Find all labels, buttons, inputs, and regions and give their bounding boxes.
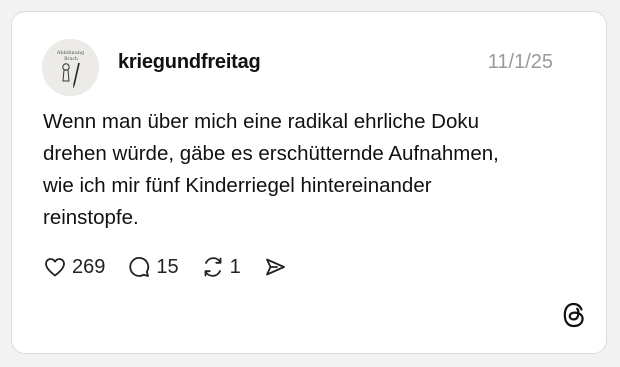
share-button[interactable] — [263, 255, 287, 279]
reply-button[interactable]: 15 — [127, 255, 179, 279]
repost-icon — [204, 257, 222, 277]
like-button[interactable]: 269 — [43, 255, 105, 279]
reply-count: 15 — [156, 255, 179, 278]
action-bar: 269 15 1 — [43, 252, 309, 282]
speech-bubble-icon — [129, 257, 150, 277]
username[interactable]: kriegundfreitag — [118, 51, 261, 74]
repost-count: 1 — [229, 255, 241, 278]
avatar-lettering-1: Ablehnung — [56, 50, 85, 56]
like-count: 269 — [72, 255, 106, 278]
post-date: 11/1/25 — [487, 51, 553, 73]
post-text-line: reinstopfe. — [43, 206, 139, 229]
avatar[interactable]: Ablehnung Bruch — [42, 39, 99, 96]
post-text: Wenn man über mich eine radikal ehrliche… — [43, 106, 563, 234]
send-icon — [265, 258, 285, 276]
post-text-line: wie ich mir fünf Kinderriegel hintereina… — [43, 174, 432, 197]
post-text-line: drehen würde, gäbe es erschütternde Aufn… — [43, 142, 499, 165]
avatar-image: Ablehnung Bruch — [42, 39, 99, 96]
post-text-line: Wenn man über mich eine radikal ehrliche… — [43, 110, 480, 133]
repost-button[interactable]: 1 — [201, 255, 241, 279]
threads-logo-icon[interactable] — [561, 301, 587, 329]
avatar-lettering-2: Bruch — [64, 56, 78, 62]
post-card: Ablehnung Bruch kriegundfreitag 11/1/25 … — [11, 11, 607, 354]
heart-icon — [45, 258, 65, 277]
